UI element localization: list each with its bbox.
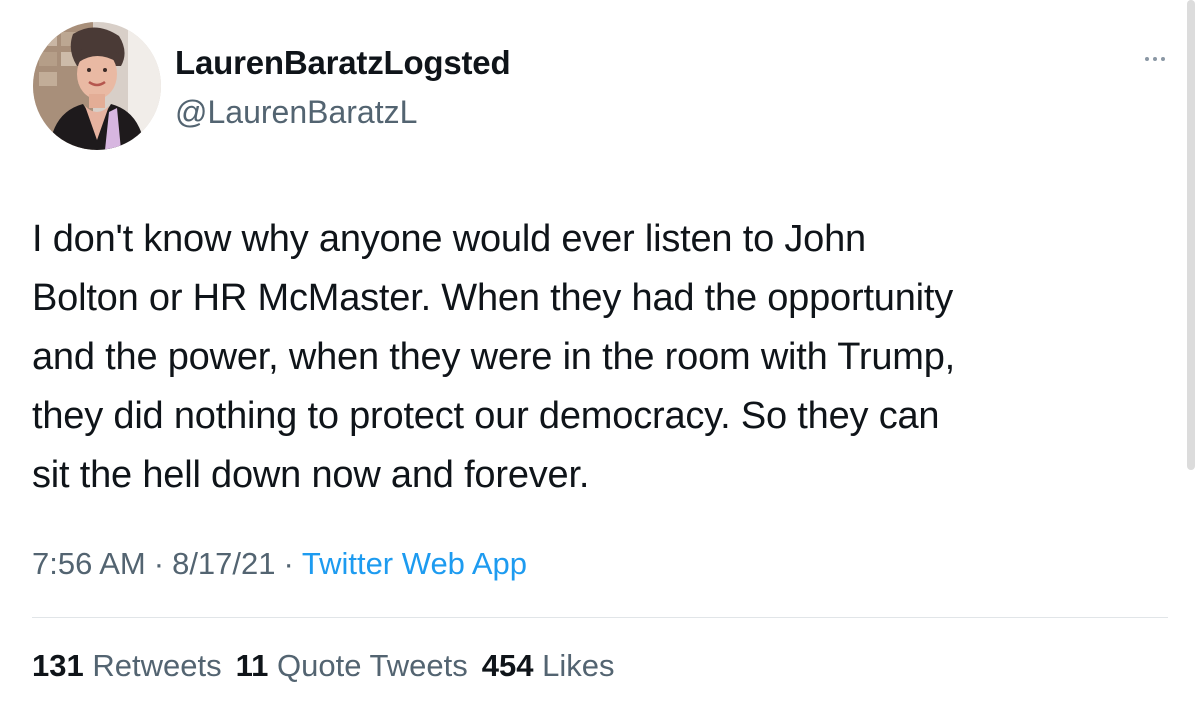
likes-label: Likes [542,648,615,683]
avatar[interactable] [33,22,161,150]
more-horizontal-icon[interactable] [1143,52,1167,66]
divider [32,617,1168,618]
avatar-photo [33,22,161,150]
retweets-stat[interactable]: 131 Retweets [32,648,222,683]
tweet-time[interactable]: 7:56 AM [32,546,146,581]
tweet-card: LaurenBaratzLogsted @LaurenBaratzL I don… [0,0,1200,701]
tweet-text: I don't know why anyone would ever liste… [32,218,955,496]
user-handle[interactable]: @LaurenBaratzL [175,94,417,131]
likes-stat[interactable]: 454 Likes [482,648,615,683]
scrollbar[interactable] [1187,0,1195,470]
retweets-count: 131 [32,648,84,683]
quote-tweets-count: 11 [235,648,269,683]
display-name[interactable]: LaurenBaratzLogsted [175,44,511,82]
likes-count: 454 [481,648,534,683]
meta-separator: · [153,546,165,581]
tweet-meta: 7:56 AM · 8/17/21 · Twitter Web App [32,546,527,582]
meta-separator: · [283,546,294,581]
retweets-label: Retweets [92,648,222,683]
tweet-date[interactable]: 8/17/21 [172,546,275,581]
tweet-source-link[interactable]: Twitter Web App [302,546,527,581]
quote-tweets-stat[interactable]: 11 Quote Tweets [236,648,468,683]
quote-tweets-label: Quote Tweets [277,648,468,683]
tweet-stats: 131 Retweets 11 Quote Tweets 454 Likes [32,648,614,684]
